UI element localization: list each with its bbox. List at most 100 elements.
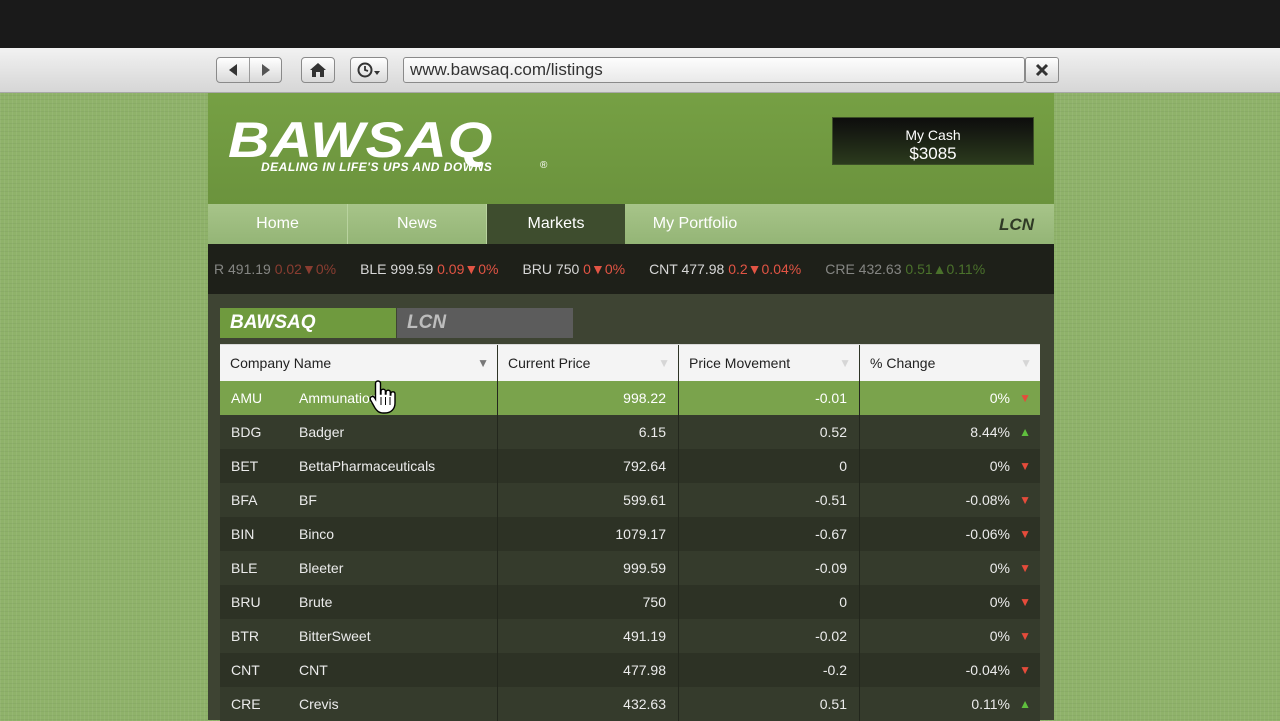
ticker-symbol-price: R 491.19 bbox=[214, 261, 271, 277]
cell-percent-change: 0% ▼ bbox=[860, 551, 1040, 585]
stock-ticker: R 491.19 0.02▼0% BLE 999.59 0.09▼0% BRU 75… bbox=[208, 244, 1054, 294]
tab-my-portfolio[interactable]: My Portfolio bbox=[625, 204, 765, 244]
ticker-item: CRE 432.63 0.51▲0.11% bbox=[825, 244, 985, 294]
cell-company: BDG Badger bbox=[220, 415, 498, 449]
url-input[interactable]: www.bawsaq.com/listings bbox=[403, 57, 1025, 83]
tab-home[interactable]: Home bbox=[208, 204, 348, 244]
table-row[interactable]: BFA BF 599.61 -0.51 -0.08% ▼ bbox=[220, 483, 1040, 517]
table-row[interactable]: BLE Bleeter 999.59 -0.09 0% ▼ bbox=[220, 551, 1040, 585]
tab-bawsaq[interactable]: BAWSAQ bbox=[220, 308, 396, 338]
cell-current-price: 999.59 bbox=[498, 551, 679, 585]
cell-company: BET BettaPharmaceuticals bbox=[220, 449, 498, 483]
ticker-track: R 491.19 0.02▼0% BLE 999.59 0.09▼0% BRU 75… bbox=[214, 244, 1009, 294]
browser-toolbar: www.bawsaq.com/listings bbox=[0, 48, 1280, 93]
percent-value: 0.11% bbox=[971, 696, 1010, 712]
cell-percent-change: 8.44% ▲ bbox=[860, 415, 1040, 449]
cell-company: CNT CNT bbox=[220, 653, 498, 687]
close-icon bbox=[1035, 63, 1049, 77]
tagline: DEALING IN LIFE'S UPS AND DOWNS bbox=[261, 160, 493, 174]
tab-news[interactable]: News bbox=[348, 204, 487, 244]
cell-price-movement: -0.02 bbox=[679, 619, 860, 653]
cash-value: $3085 bbox=[909, 144, 957, 163]
percent-value: 8.44% bbox=[970, 424, 1010, 440]
ticker-symbol-price: BRU 750 bbox=[522, 261, 580, 277]
header-company-name[interactable]: Company Name ▼ bbox=[220, 345, 498, 381]
tab-markets[interactable]: Markets bbox=[487, 204, 625, 244]
cell-percent-change: 0% ▼ bbox=[860, 381, 1040, 415]
registered-mark: ® bbox=[540, 160, 548, 171]
forward-button[interactable] bbox=[249, 58, 281, 82]
cell-current-price: 1079.17 bbox=[498, 517, 679, 551]
percent-value: -0.08% bbox=[965, 492, 1010, 508]
history-button[interactable] bbox=[351, 58, 387, 82]
triangle-up-icon: ▲ bbox=[1019, 697, 1031, 711]
table-header: Company Name ▼ Current Price ▼ Price Mov… bbox=[220, 344, 1040, 381]
hand-cursor-icon bbox=[369, 380, 396, 414]
main-nav: Home News Markets My Portfolio LCN bbox=[208, 204, 1054, 244]
table-row[interactable]: BIN Binco 1079.17 -0.67 -0.06% ▼ bbox=[220, 517, 1040, 551]
table-row[interactable]: BET BettaPharmaceuticals 792.64 0 0% ▼ bbox=[220, 449, 1040, 483]
company-code: BTR bbox=[231, 628, 259, 644]
header-label: Price Movement bbox=[689, 355, 791, 371]
company-name: Bleeter bbox=[299, 560, 344, 576]
sort-down-icon: ▼ bbox=[477, 356, 489, 370]
table-row[interactable]: CNT CNT 477.98 -0.2 -0.04% ▼ bbox=[220, 653, 1040, 687]
my-cash-box: My Cash $3085 bbox=[832, 117, 1034, 165]
bawsaq-site: BAWSAQ DEALING IN LIFE'S UPS AND DOWNS ®… bbox=[208, 93, 1054, 721]
home-button-wrap bbox=[301, 57, 335, 83]
company-name: Badger bbox=[299, 424, 345, 440]
triangle-down-icon: ▼ bbox=[1019, 663, 1031, 677]
triangle-up-icon: ▲ bbox=[932, 261, 947, 277]
ticker-change: 0 bbox=[583, 261, 591, 277]
table-row[interactable]: BDG Badger 6.15 0.52 8.44% ▲ bbox=[220, 415, 1040, 449]
header-percent-change[interactable]: % Change ▼ bbox=[860, 345, 1040, 381]
ticker-percent: 0% bbox=[604, 261, 626, 277]
back-button[interactable] bbox=[217, 58, 249, 82]
cell-percent-change: 0% ▼ bbox=[860, 449, 1040, 483]
table-row[interactable]: AMU Ammunation 998.22 -0.01 0% ▼ bbox=[220, 381, 1040, 415]
header-price-movement[interactable]: Price Movement ▼ bbox=[679, 345, 860, 381]
company-code: BIN bbox=[231, 526, 255, 542]
cell-price-movement: -0.01 bbox=[679, 381, 860, 415]
company-code: BDG bbox=[231, 424, 262, 440]
arrow-left-icon bbox=[229, 64, 237, 76]
company-name: CNT bbox=[299, 662, 328, 678]
home-button[interactable] bbox=[302, 58, 334, 82]
table-row[interactable]: BRU Brute 750 0 0% ▼ bbox=[220, 585, 1040, 619]
triangle-down-icon: ▼ bbox=[1019, 629, 1031, 643]
header-current-price[interactable]: Current Price ▼ bbox=[498, 345, 679, 381]
triangle-down-icon: ▼ bbox=[1019, 595, 1031, 609]
percent-value: 0% bbox=[989, 390, 1010, 406]
ticker-percent: 0.11% bbox=[946, 261, 986, 277]
table-body: AMU Ammunation 998.22 -0.01 0% ▼ BDG Badger 6.15… bbox=[220, 381, 1040, 721]
ticker-percent: 0% bbox=[315, 261, 337, 277]
cell-company: BRU Brute bbox=[220, 585, 498, 619]
ticker-item: BLE 999.59 0.09▼0% bbox=[360, 244, 498, 294]
cell-company: CRE Crevis bbox=[220, 687, 498, 721]
cell-percent-change: 0% ▼ bbox=[860, 619, 1040, 653]
percent-value: 0% bbox=[989, 628, 1010, 644]
cell-percent-change: 0.11% ▲ bbox=[860, 687, 1040, 721]
cell-current-price: 6.15 bbox=[498, 415, 679, 449]
company-code: BET bbox=[231, 458, 259, 474]
company-code: CNT bbox=[231, 662, 260, 678]
sort-down-icon: ▼ bbox=[1020, 356, 1032, 370]
close-button[interactable] bbox=[1025, 57, 1059, 83]
cell-percent-change: -0.06% ▼ bbox=[860, 517, 1040, 551]
company-name: BettaPharmaceuticals bbox=[299, 458, 436, 474]
triangle-down-icon: ▼ bbox=[464, 261, 479, 277]
table-row[interactable]: BTR BitterSweet 491.19 -0.02 0% ▼ bbox=[220, 619, 1040, 653]
ticker-change: 0.51 bbox=[905, 261, 933, 277]
company-code: BRU bbox=[231, 594, 261, 610]
triangle-up-icon: ▲ bbox=[1019, 425, 1031, 439]
company-code: BFA bbox=[231, 492, 258, 508]
triangle-down-icon: ▼ bbox=[1019, 391, 1031, 405]
table-row[interactable]: CRE Crevis 432.63 0.51 0.11% ▲ bbox=[220, 687, 1040, 721]
triangle-down-icon: ▼ bbox=[301, 261, 316, 277]
ticker-symbol-price: CRE 432.63 bbox=[825, 261, 902, 277]
tab-lcn[interactable]: LCN bbox=[397, 308, 573, 338]
lcn-logo[interactable]: LCN bbox=[999, 215, 1034, 235]
cell-company: BTR BitterSweet bbox=[220, 619, 498, 653]
percent-value: 0% bbox=[989, 458, 1010, 474]
site-header: BAWSAQ DEALING IN LIFE'S UPS AND DOWNS ®… bbox=[208, 93, 1054, 204]
